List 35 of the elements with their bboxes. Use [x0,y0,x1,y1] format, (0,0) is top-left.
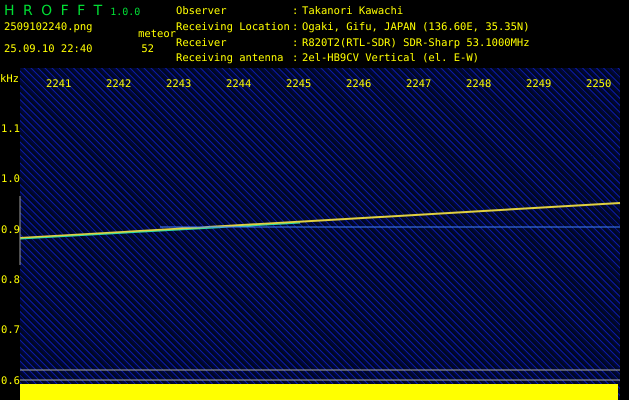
info-label: Receiving Location [176,20,291,35]
info-label: Receiver [176,36,228,50]
date-time: 25.09.10 22:40 [4,43,93,55]
x-axis-label: 2246 [346,78,372,90]
info-label: Receiving antenna [176,52,284,66]
x-axis-label: 2243 [166,78,192,90]
axis-unit: kHz [0,73,19,85]
info-value: Takanori Kawachi [302,5,404,19]
x-axis-label: 2242 [106,78,132,90]
info-label: Observer [176,5,228,19]
file-name: 2509102240.png [4,21,93,33]
app-name: H R O F F T [4,3,102,19]
colon-separator: : [292,52,300,66]
info-value: Ogaki, Gifu, JAPAN (136.60E, 35.35N) [302,20,530,35]
x-axis-label: 2247 [406,78,432,90]
colon-separator: : [292,5,300,19]
x-axis-label: 2250 [586,78,612,90]
y-axis-label: 0.9 [1,224,20,236]
x-axis-label: 2245 [286,78,312,90]
x-axis-label: 2248 [466,78,492,90]
colon-separator: : [292,36,300,50]
colon-separator: : [292,20,300,35]
counter-value: 52 [141,43,154,55]
x-axis-label: 2249 [526,78,552,90]
y-axis-label: 0.8 [1,274,20,286]
counter-label: meteor [138,28,176,40]
x-axis-label: 2244 [226,78,252,90]
info-value: R820T2(RTL-SDR) SDR-Sharp 53.1000MHz [302,36,530,50]
y-axis-label: 0.6 [1,374,20,386]
info-value: 2el-HB9CV Vertical (el. E-W) [302,52,480,66]
x-axis-label: 2241 [46,78,72,90]
y-axis-label: 0.7 [1,324,20,336]
y-axis-label: 1.1 [1,123,20,135]
y-axis-label: 1.0 [1,173,20,186]
app-version: 1.0.0 [110,7,140,18]
